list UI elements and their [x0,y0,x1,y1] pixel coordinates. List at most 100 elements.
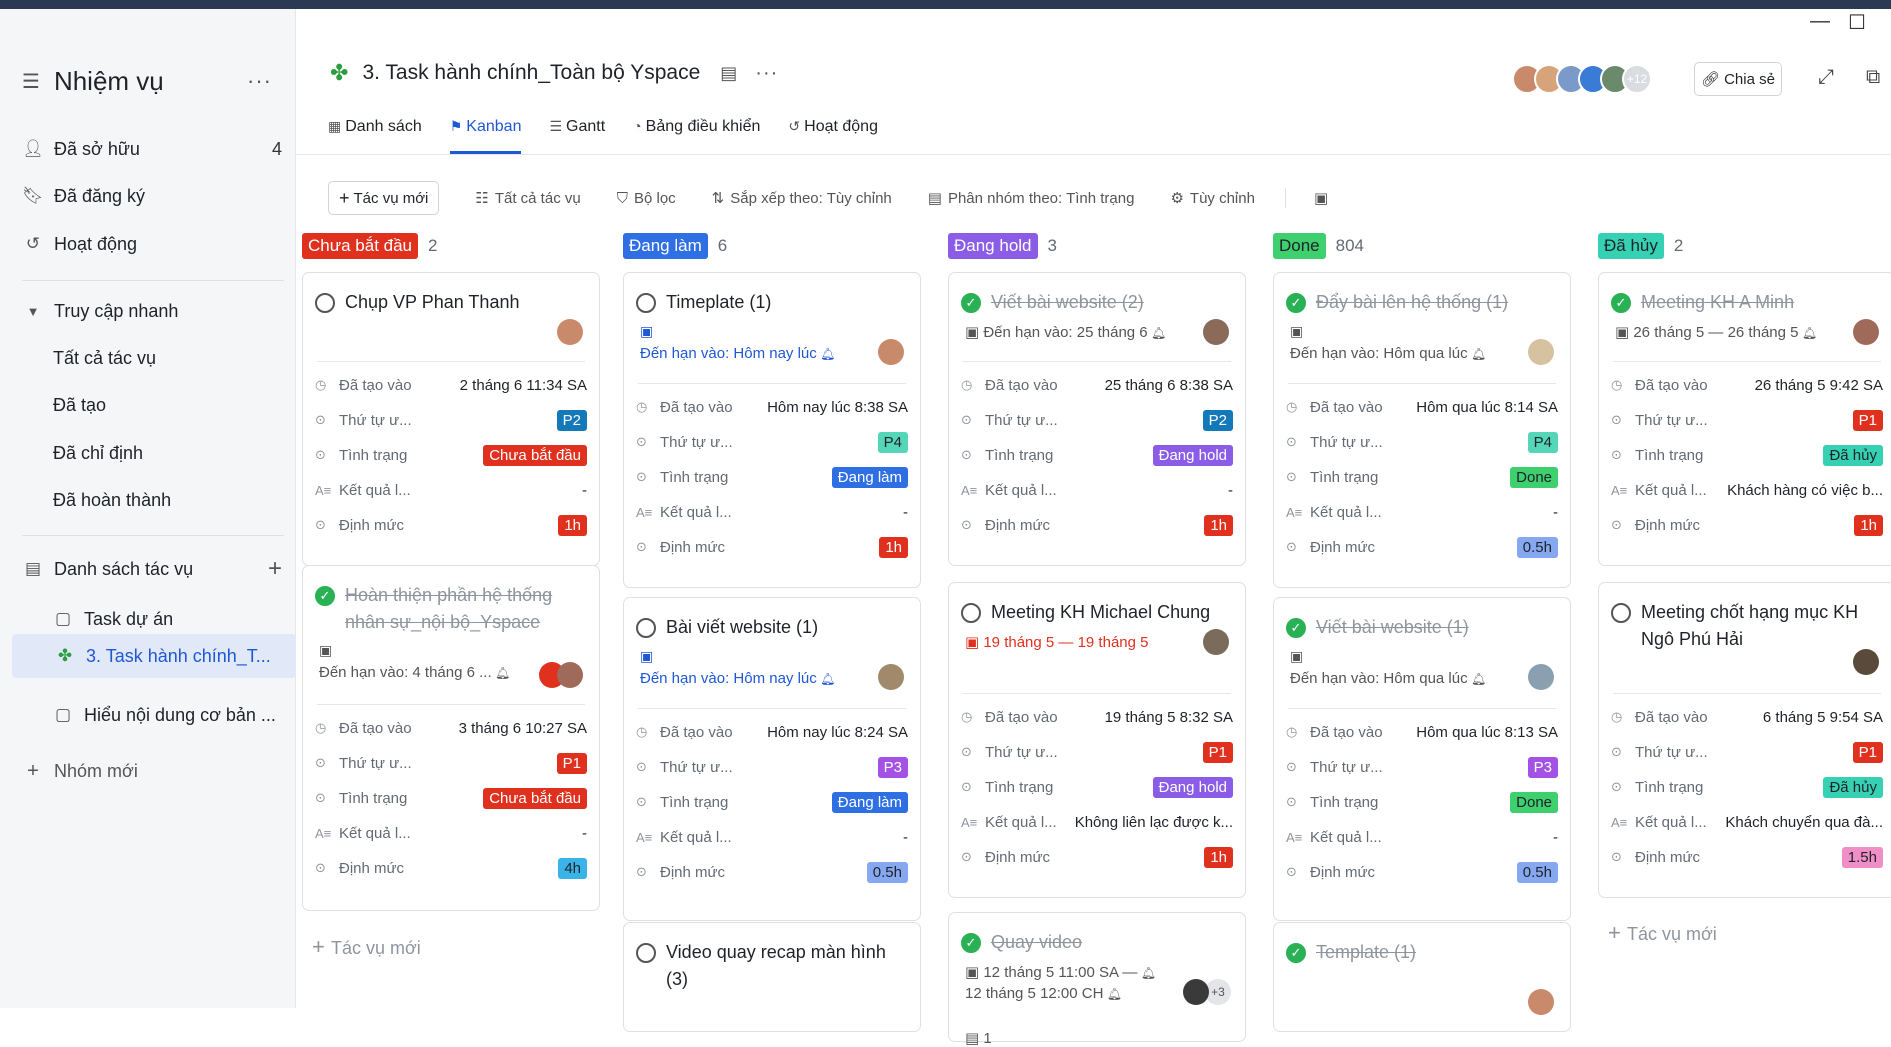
task-title[interactable]: Meeting KH Michael Chung [961,599,1233,626]
field-row-quota[interactable]: ⊙ Định mức 0.5h [1286,860,1558,884]
task-title[interactable]: Chụp VP Phan Thanh [315,289,587,316]
field-row-created[interactable]: ◷ Đã tạo vào 25 tháng 6 8:38 SA [961,373,1233,397]
task-title[interactable]: ✓ Template (1) [1286,939,1558,966]
checked-circle-icon[interactable]: ✓ [1611,293,1631,313]
field-row-status[interactable]: ⊙ Tình trạng Đã hủy [1611,775,1883,799]
field-row-quota[interactable]: ⊙ Định mức 1h [636,535,908,559]
due-date[interactable]: Đến hạn vào: Hôm qua lúc 🔔︎ [1290,345,1486,362]
field-row-quota[interactable]: ⊙ Định mức 1.5h [1611,845,1883,869]
task-card[interactable]: ✓ Viết bài website (2) ▣ Đến hạn vào: 25 t… [948,272,1246,566]
sidebar-item-activity[interactable]: ↺ Hoạt động [22,226,284,262]
task-card[interactable]: Video quay recap màn hình (3) [623,922,921,1032]
column-header[interactable]: Chưa bắt đầu 2 [302,232,602,260]
due-date[interactable]: Đến hạn vào: 4 tháng 6 ... 🔔︎ [319,664,510,681]
assignee-avatar[interactable] [557,662,583,688]
customize-button[interactable]: ⚙ Tùy chỉnh [1170,189,1255,208]
column-header[interactable]: Đã hủy 2 [1598,232,1891,260]
due-date[interactable]: ▣ 19 tháng 5 — 19 tháng 5 [965,633,1148,651]
checkbox-circle[interactable] [1611,603,1631,623]
due-date[interactable]: Đến hạn vào: Hôm qua lúc 🔔︎ [1290,670,1486,687]
due-date[interactable]: Đến hạn vào: Hôm nay lúc 🔔︎ [640,670,835,687]
task-card[interactable]: ✓ Đẩy bài lên hệ thống (1) ▣ Đến hạn vào: H… [1273,272,1571,588]
checkbox-circle[interactable] [636,943,656,963]
field-row-status[interactable]: ⊙ Tình trạng Đang làm [636,790,908,814]
task-card[interactable]: Chụp VP Phan Thanh ◷ Đã tạo vào 2 tháng 6 1… [302,272,600,566]
field-row-priority[interactable]: ⊙ Thứ tự ư... P1 [1611,740,1883,764]
checkbox-circle[interactable] [636,293,656,313]
due-date[interactable]: ▣ 12 tháng 5 11:00 SA — 🔔︎ [965,963,1156,981]
field-row-created[interactable]: ◷ Đã tạo vào Hôm qua lúc 8:13 SA [1286,720,1558,744]
field-row-result[interactable]: A≡ Kết quả l... - [1286,500,1558,524]
popout-icon[interactable]: ⧉ [1866,66,1880,89]
field-row-quota[interactable]: ⊙ Định mức 0.5h [636,860,908,884]
column-header[interactable]: Đang hold 3 [948,232,1248,260]
all-tasks-filter[interactable]: ☷ Tất cả tác vụ [475,189,580,208]
field-row-priority[interactable]: ⊙ Thứ tự ư... P1 [315,751,587,775]
task-title[interactable]: Meeting chốt hạng mục KH Ngô Phú Hải [1611,599,1883,653]
field-row-priority[interactable]: ⊙ Thứ tự ư... P3 [1286,755,1558,779]
field-row-result[interactable]: A≡ Kết quả l... Khách chuyển qua đà... [1611,810,1883,834]
checkbox-circle[interactable] [636,618,656,638]
due-date[interactable]: Đến hạn vào: Hôm nay lúc 🔔︎ [640,345,835,362]
task-title[interactable]: ✓ Hoàn thiện phần hệ thống nhân sự_nội bộ… [315,582,587,636]
task-card[interactable]: ✓ Template (1) [1273,922,1571,1032]
assignee-avatar[interactable] [1203,629,1229,655]
sidebar-item-created[interactable]: Đã tạo [45,387,307,423]
field-row-result[interactable]: A≡ Kết quả l... Khách hàng có việc b... [1611,478,1883,502]
task-title[interactable]: ✓ Meeting KH A Minh [1611,289,1883,316]
task-card[interactable]: ✓ Viết bài website (1) ▣ Đến hạn vào: Hôm q… [1273,597,1571,921]
sidebar-item-assigned[interactable]: Đã chỉ định [45,435,307,471]
add-task-button[interactable]: + Tác vụ mới [1608,920,1717,946]
sidebar-item-owned[interactable]: 👤︎ Đã sở hữu 4 [22,131,284,167]
field-row-created[interactable]: ◷ Đã tạo vào 6 tháng 5 9:54 SA [1611,705,1883,729]
field-row-result[interactable]: A≡ Kết quả l... - [636,500,908,524]
field-row-status[interactable]: ⊙ Tình trạng Đang làm [636,465,908,489]
tab-activity[interactable]: ↺ Hoạt động [788,118,878,154]
task-card[interactable]: Meeting KH Michael Chung ▣ 19 tháng 5 — 1… [948,582,1246,898]
sidebar-item-hieu-noi-dung[interactable]: ▢ Hiểu nội dung cơ bản ... [52,697,284,733]
field-row-created[interactable]: ◷ Đã tạo vào Hôm qua lúc 8:14 SA [1286,395,1558,419]
sidebar-item-all-tasks[interactable]: Tất cả tác vụ [45,340,307,376]
task-card[interactable]: ✓ Quay video ▣ 12 tháng 5 11:00 SA — 🔔︎ 12 … [948,912,1246,1047]
field-row-result[interactable]: A≡ Kết quả l... Không liên lạc được k... [961,810,1233,834]
checked-circle-icon[interactable]: ✓ [315,586,335,606]
field-row-status[interactable]: ⊙ Tình trạng Chưa bắt đầu [315,786,587,810]
sidebar-item-task-hanh-chinh[interactable]: ✤ 3. Task hành chính_T... [12,634,296,678]
sort-button[interactable]: ⇅ Sắp xếp theo: Tùy chỉnh [712,189,892,208]
assignee-avatar[interactable] [878,664,904,690]
task-title[interactable]: Video quay recap màn hình (3) [636,939,908,993]
add-list-icon[interactable]: + [268,555,284,583]
field-row-quota[interactable]: ⊙ Định mức 1h [961,845,1233,869]
field-row-quota[interactable]: ⊙ Định mức 4h [315,856,587,880]
field-row-quota[interactable]: ⊙ Định mức 1h [315,513,587,537]
task-card[interactable]: Bài viết website (1) ▣ Đến hạn vào: Hôm na… [623,597,921,921]
field-row-created[interactable]: ◷ Đã tạo vào 19 tháng 5 8:32 SA [961,705,1233,729]
due-date[interactable]: ▣ 26 tháng 5 — 26 tháng 5 🔔︎ [1615,323,1817,341]
task-card[interactable]: Timeplate (1) ▣ Đến hạn vào: Hôm nay lúc 🔔… [623,272,921,588]
assignee-avatar[interactable] [1528,664,1554,690]
field-row-priority[interactable]: ⊙ Thứ tự ư... P1 [1611,408,1883,432]
field-row-priority[interactable]: ⊙ Thứ tự ư... P2 [315,408,587,432]
checkbox-circle[interactable] [315,293,335,313]
field-row-created[interactable]: ◷ Đã tạo vào Hôm nay lúc 8:24 SA [636,720,908,744]
field-row-result[interactable]: A≡ Kết quả l... - [1286,825,1558,849]
task-title[interactable]: Bài viết website (1) [636,614,908,641]
tab-kanban[interactable]: ⚑ Kanban [449,118,522,154]
field-row-created[interactable]: ◷ Đã tạo vào 26 tháng 5 9:42 SA [1611,373,1883,397]
save-view-icon[interactable]: ▣ [1314,189,1334,207]
add-task-button[interactable]: + Tác vụ mới [312,934,421,960]
field-row-status[interactable]: ⊙ Tình trạng Đang hold [961,775,1233,799]
assignee-avatar[interactable] [557,319,583,345]
assignee-avatar[interactable] [1183,979,1209,1005]
group-button[interactable]: ▤ Phân nhóm theo: Tình trạng [928,189,1135,208]
new-task-button[interactable]: + Tác vụ mới [328,181,440,215]
assignee-avatar[interactable] [1528,339,1554,365]
tab-dashboard[interactable]: ◔ Bảng điều khiển [633,118,760,154]
share-button[interactable]: 🔗︎ Chia sẻ [1694,62,1782,96]
new-group-button[interactable]: + Nhóm mới [22,753,284,789]
checked-circle-icon[interactable]: ✓ [1286,943,1306,963]
checkbox-circle[interactable] [961,603,981,623]
list-edit-icon[interactable]: ▤ [720,63,737,84]
assignee-avatar[interactable] [878,339,904,365]
sidebar-item-task-du-an[interactable]: ▢ Task dự án [52,601,284,637]
